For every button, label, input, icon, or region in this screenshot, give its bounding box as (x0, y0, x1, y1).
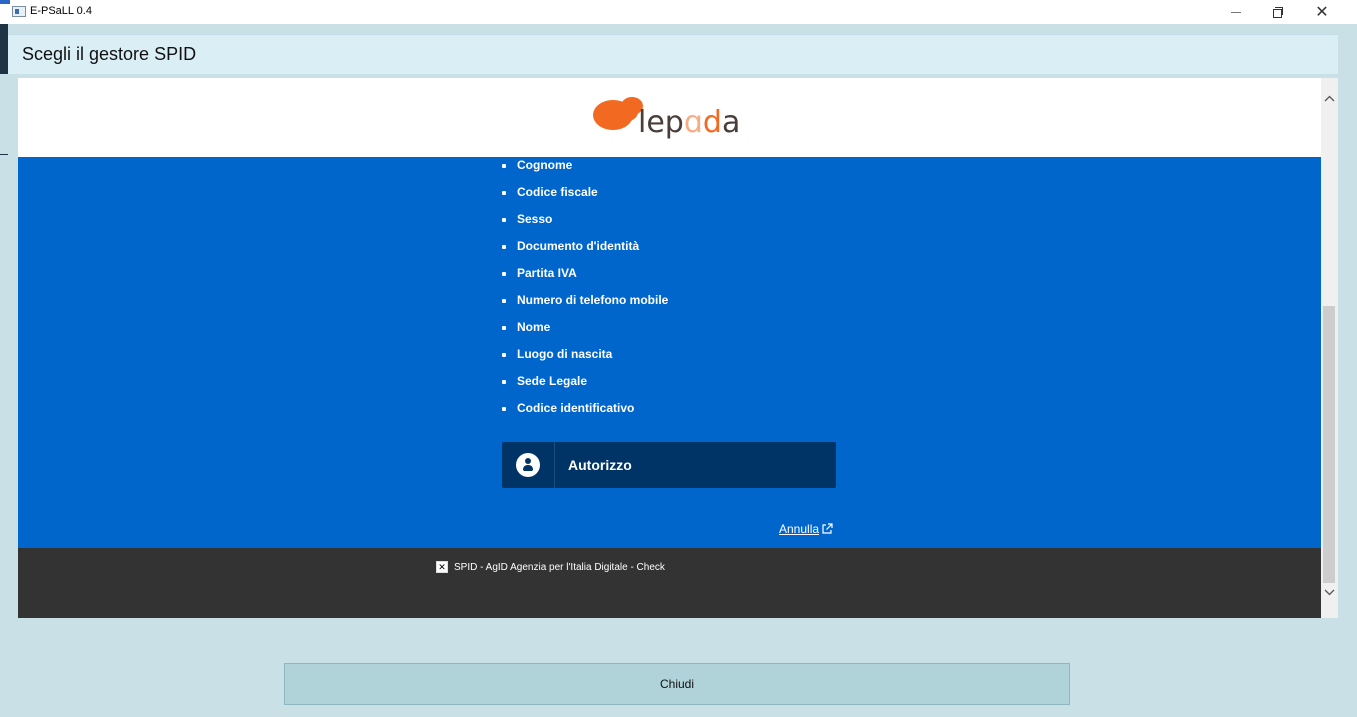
background-accent (0, 0, 10, 4)
dialog-title: Scegli il gestore SPID (22, 44, 197, 64)
external-link-icon (822, 523, 833, 534)
minimize-button[interactable] (1216, 0, 1256, 24)
list-item: Documento d'identità (500, 233, 668, 260)
list-item: Numero di telefono mobile (500, 287, 668, 314)
background-divider (0, 154, 8, 155)
close-dialog-button[interactable]: Chiudi (284, 663, 1070, 705)
window-title: E-PSaLL 0.4 (30, 5, 92, 17)
list-item: Cognome (500, 152, 668, 179)
cancel-link-label: Annulla (779, 522, 820, 536)
user-icon (516, 453, 540, 477)
background-window-edge (0, 24, 8, 74)
list-item: Luogo di nascita (500, 341, 668, 368)
cancel-link[interactable]: Annulla (779, 522, 833, 536)
list-item: Sesso (500, 206, 668, 233)
restore-icon (1273, 7, 1283, 18)
scroll-down-icon[interactable] (1321, 584, 1338, 601)
dialog-header: Scegli il gestore SPID (8, 34, 1338, 74)
close-icon: ✕ (1315, 4, 1329, 21)
list-item: Partita IVA (500, 260, 668, 287)
lepida-logo: lepɑda (591, 88, 761, 143)
authorize-button[interactable]: Autorizzo (502, 442, 836, 488)
list-item: Sede Legale (500, 368, 668, 395)
vertical-scrollbar[interactable] (1321, 78, 1338, 618)
scrollbar-thumb[interactable] (1323, 306, 1335, 583)
footer-check: ✕ SPID - AgID Agenzia per l'Italia Digit… (436, 561, 665, 573)
restore-button[interactable] (1258, 0, 1298, 24)
checkbox-icon[interactable]: ✕ (436, 561, 448, 573)
list-item: Codice fiscale (500, 179, 668, 206)
list-item: Codice identificativo (500, 395, 668, 422)
lepida-logo-text: lepɑda (638, 105, 741, 140)
app-icon (12, 6, 26, 17)
window-titlebar: E-PSaLL 0.4 ✕ (0, 0, 1357, 24)
minimize-icon (1231, 11, 1241, 13)
authorize-icon-wrap (502, 442, 555, 488)
footer-text: SPID - AgID Agenzia per l'Italia Digital… (454, 561, 665, 573)
scroll-up-icon[interactable] (1321, 90, 1338, 107)
attribute-list: Cognome Codice fiscale Sesso Documento d… (500, 152, 668, 422)
authorize-button-label: Autorizzo (568, 457, 632, 473)
window-close-button[interactable]: ✕ (1302, 0, 1342, 24)
list-item: Nome (500, 314, 668, 341)
brand-bar: lepɑda (18, 78, 1321, 157)
spid-browser-view: lepɑda Cognome Codice fiscale Sesso Docu… (18, 78, 1321, 618)
spid-footer: ✕ SPID - AgID Agenzia per l'Italia Digit… (18, 548, 1321, 618)
